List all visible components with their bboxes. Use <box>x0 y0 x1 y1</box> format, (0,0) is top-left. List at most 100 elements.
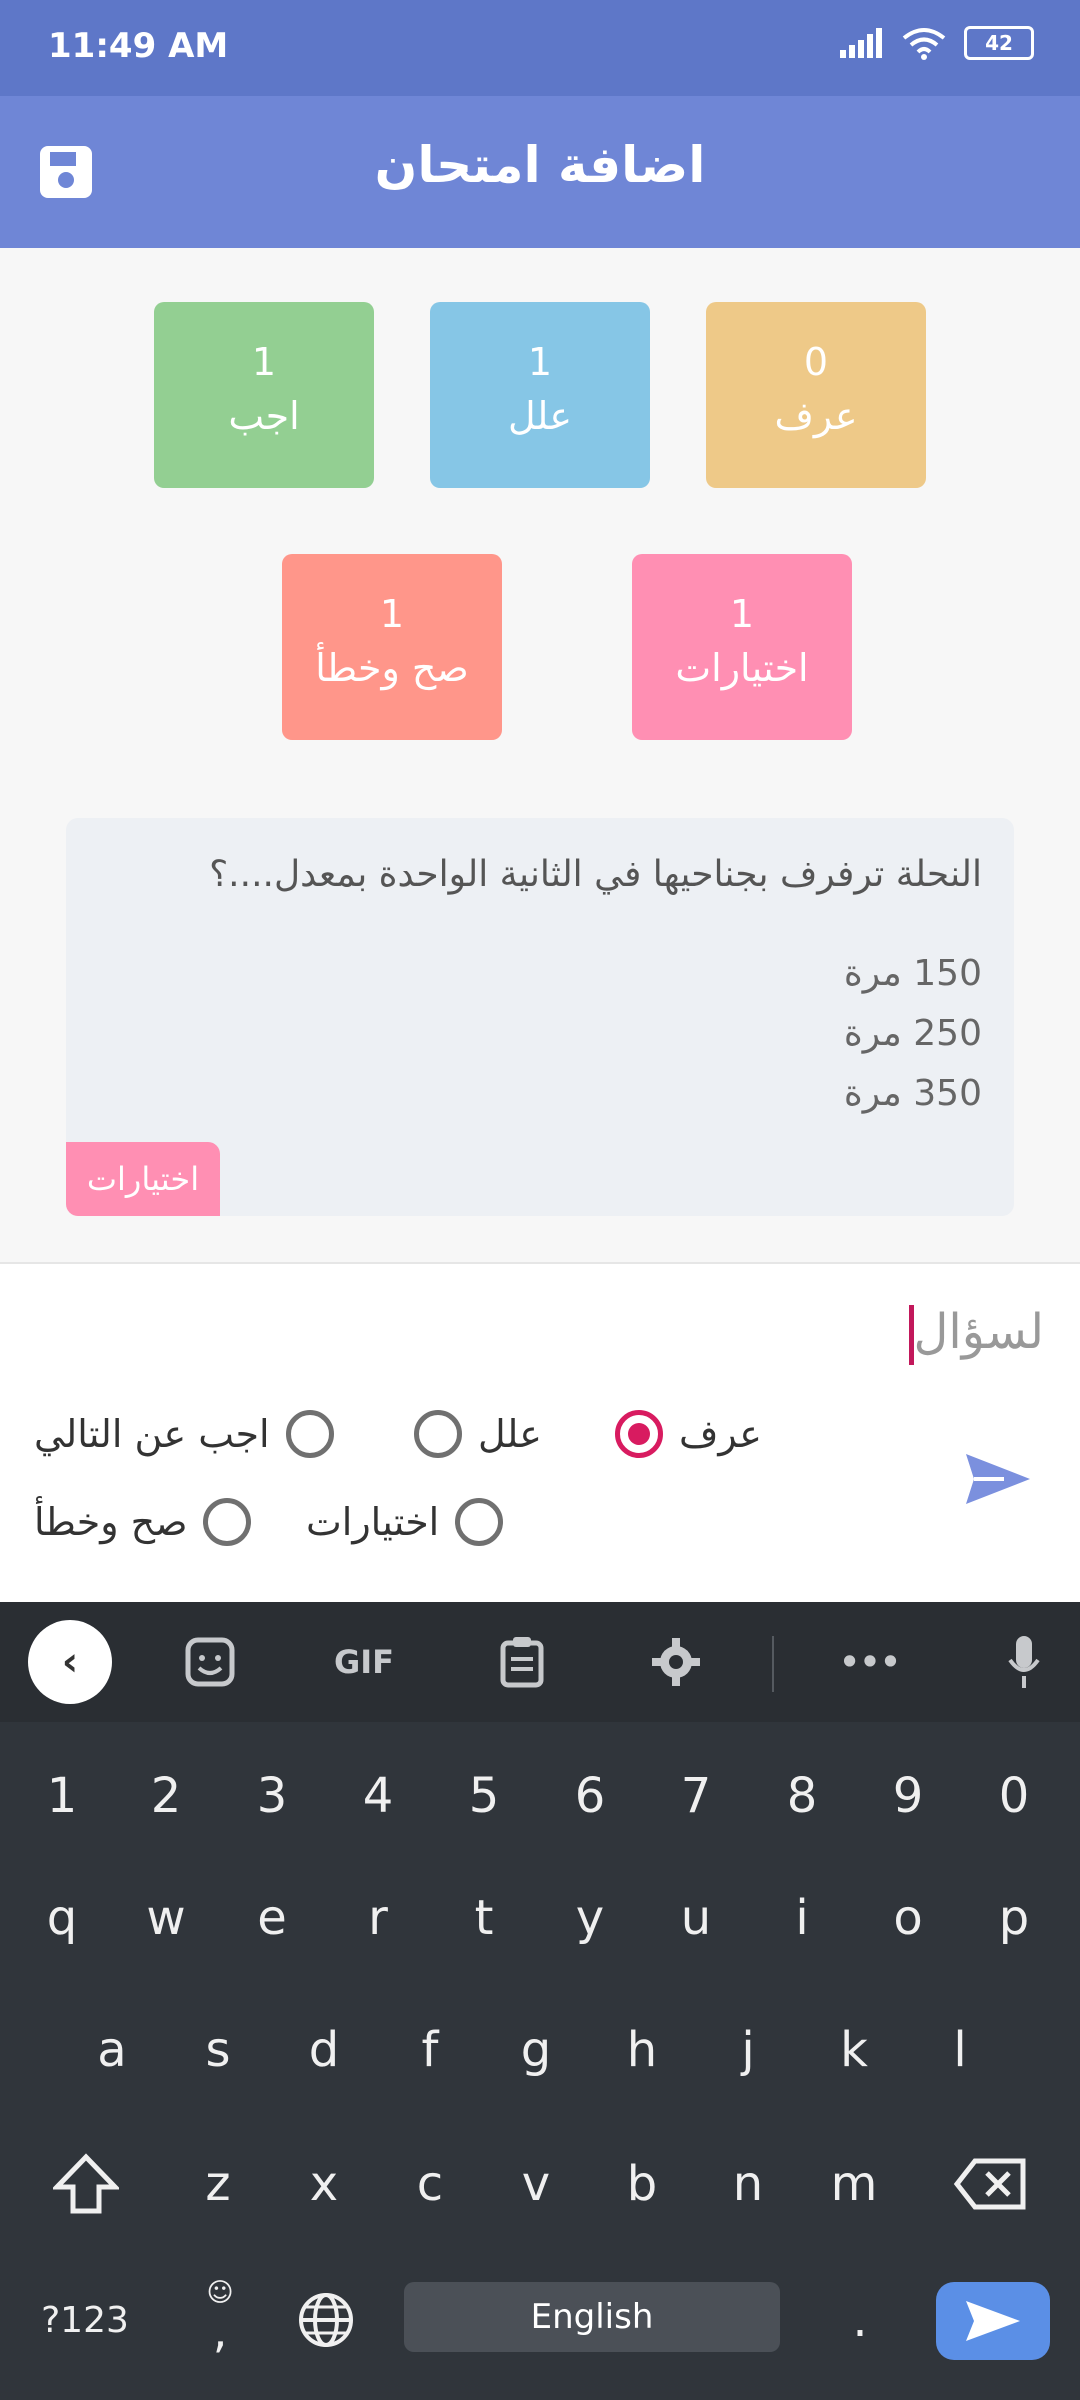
key-3[interactable]: 3 <box>224 1748 320 1844</box>
count-value: 1 <box>729 592 755 636</box>
space-key[interactable]: English <box>404 2282 780 2352</box>
radio-label: عرف <box>678 1412 762 1456</box>
key-4[interactable]: 4 <box>330 1748 426 1844</box>
battery-indicator: 42 <box>964 26 1034 60</box>
radio-label: اختيارات <box>306 1500 440 1544</box>
key-k[interactable]: k <box>806 2002 902 2098</box>
key-8[interactable]: 8 <box>754 1748 850 1844</box>
radio-answer[interactable]: اجب عن التالي <box>34 1410 334 1458</box>
count-value: 1 <box>251 340 277 384</box>
question-input-panel: لسؤال عرف علل اجب عن التالي اختيارات صح … <box>0 1262 1080 1604</box>
radio-define[interactable]: عرف <box>614 1410 762 1458</box>
key-u[interactable]: u <box>648 1870 744 1966</box>
emoji-hint-icon: ☺ <box>206 2278 234 2308</box>
question-input-placeholder: لسؤال <box>913 1304 1044 1360</box>
microphone-icon[interactable] <box>988 1626 1060 1698</box>
symbols-key[interactable]: ?123 <box>30 2272 140 2368</box>
key-g[interactable]: g <box>488 2002 584 2098</box>
count-label: عرف <box>774 394 858 438</box>
page-title: اضافة امتحان <box>374 136 706 194</box>
status-bar: 11:49 AM 42 <box>0 0 1080 96</box>
radio-circle[interactable] <box>413 1410 462 1458</box>
radio-label: اجب عن التالي <box>34 1412 270 1456</box>
comma-label: , <box>212 2304 228 2358</box>
key-j[interactable]: j <box>700 2002 796 2098</box>
key-1[interactable]: 1 <box>14 1748 110 1844</box>
key-t[interactable]: t <box>436 1870 532 1966</box>
count-value: 1 <box>527 340 553 384</box>
key-6[interactable]: 6 <box>542 1748 638 1844</box>
globe-icon[interactable] <box>278 2272 374 2368</box>
key-0[interactable]: 0 <box>966 1748 1062 1844</box>
count-card-truefalse[interactable]: 1 صح وخطأ <box>282 554 502 740</box>
radio-truefalse[interactable]: صح وخطأ <box>34 1498 252 1546</box>
wifi-icon <box>902 28 946 60</box>
count-value: 1 <box>379 592 405 636</box>
question-card[interactable]: النحلة ترفرف بجناحيها في الثانية الواحدة… <box>66 818 1014 1216</box>
count-label: اختيارات <box>675 646 809 690</box>
period-key[interactable]: . <box>812 2272 908 2368</box>
key-9[interactable]: 9 <box>860 1748 956 1844</box>
more-icon[interactable]: ••• <box>834 1626 906 1698</box>
key-5[interactable]: 5 <box>436 1748 532 1844</box>
comma-key[interactable]: ☺ , <box>172 2272 268 2368</box>
question-input[interactable]: لسؤال <box>903 1304 1044 1365</box>
sticker-icon[interactable] <box>174 1626 246 1698</box>
key-7[interactable]: 7 <box>648 1748 744 1844</box>
key-w[interactable]: w <box>118 1870 214 1966</box>
radio-circle[interactable] <box>455 1498 504 1546</box>
count-label: صح وخطأ <box>315 646 469 690</box>
count-card-answer[interactable]: 1 اجب <box>154 302 374 488</box>
key-p[interactable]: p <box>966 1870 1062 1966</box>
status-time: 11:49 AM <box>48 26 229 66</box>
key-a[interactable]: a <box>64 2002 160 2098</box>
enter-send-key[interactable] <box>936 2282 1050 2360</box>
toolbar-divider <box>772 1636 774 1692</box>
radio-circle-checked[interactable] <box>614 1410 663 1458</box>
question-options: 150 مرة 250 مرة 350 مرة <box>844 944 982 1124</box>
key-o[interactable]: o <box>860 1870 956 1966</box>
keyboard-toolbar: ‹ GIF ••• <box>0 1602 1080 1722</box>
keyboard: ‹ GIF ••• 1 2 3 4 5 6 7 8 9 0 q w e r t … <box>0 1602 1080 2400</box>
option-item: 150 مرة <box>843 953 982 994</box>
key-s[interactable]: s <box>170 2002 266 2098</box>
question-text: النحلة ترفرف بجناحيها في الثانية الواحدة… <box>209 854 982 895</box>
count-card-define[interactable]: 0 عرف <box>706 302 926 488</box>
radio-explain[interactable]: علل <box>413 1410 542 1458</box>
key-z[interactable]: z <box>170 2136 266 2232</box>
key-n[interactable]: n <box>700 2136 796 2232</box>
key-d[interactable]: d <box>276 2002 372 2098</box>
app-bar: اضافة امتحان <box>0 96 1080 248</box>
clipboard-icon[interactable] <box>486 1626 558 1698</box>
gear-icon[interactable] <box>640 1626 712 1698</box>
key-x[interactable]: x <box>276 2136 372 2232</box>
count-card-explain[interactable]: 1 علل <box>430 302 650 488</box>
option-item: 250 مرة <box>843 1013 982 1054</box>
key-c[interactable]: c <box>382 2136 478 2232</box>
radio-label: علل <box>477 1412 542 1456</box>
radio-circle[interactable] <box>285 1410 334 1458</box>
count-label: اجب <box>228 394 300 438</box>
key-l[interactable]: l <box>912 2002 1008 2098</box>
gif-icon[interactable]: GIF <box>328 1626 400 1698</box>
key-y[interactable]: y <box>542 1870 638 1966</box>
backspace-key[interactable] <box>942 2136 1038 2232</box>
count-card-choices[interactable]: 1 اختيارات <box>632 554 852 740</box>
key-i[interactable]: i <box>754 1870 850 1966</box>
radio-circle[interactable] <box>203 1498 252 1546</box>
shift-key[interactable] <box>38 2136 134 2232</box>
send-icon[interactable] <box>964 1450 1032 1508</box>
key-2[interactable]: 2 <box>118 1748 214 1844</box>
key-b[interactable]: b <box>594 2136 690 2232</box>
key-e[interactable]: e <box>224 1870 320 1966</box>
key-v[interactable]: v <box>488 2136 584 2232</box>
key-f[interactable]: f <box>382 2002 478 2098</box>
radio-choices[interactable]: اختيارات <box>306 1498 504 1546</box>
key-r[interactable]: r <box>330 1870 426 1966</box>
key-h[interactable]: h <box>594 2002 690 2098</box>
key-q[interactable]: q <box>14 1870 110 1966</box>
question-type-badge: اختيارات <box>66 1142 220 1216</box>
chevron-left-icon[interactable]: ‹ <box>28 1620 112 1704</box>
key-m[interactable]: m <box>806 2136 902 2232</box>
status-icons: 42 <box>840 26 1034 60</box>
